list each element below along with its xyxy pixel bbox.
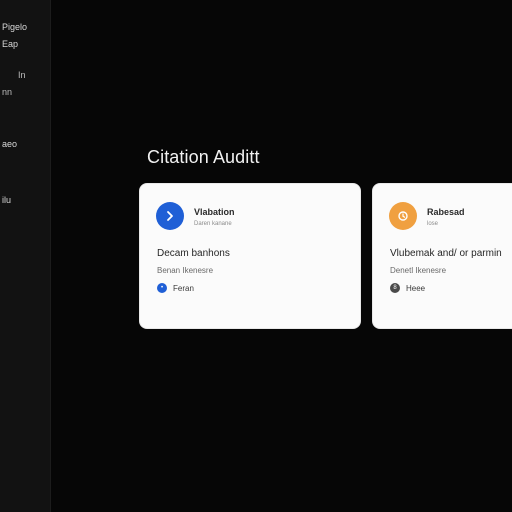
sidebar-item-4[interactable]: nn xyxy=(2,87,48,97)
audit-card-2[interactable]: Rabesad lose Vlubemak and/ or parmin Den… xyxy=(373,184,512,328)
clock-icon xyxy=(398,211,408,221)
status-badge[interactable]: • Feran xyxy=(157,283,194,293)
card-heading: Vlubemak and/ or parmin xyxy=(390,248,502,259)
app-window: Pigelo Eap In nn aeo ilu Citation Auditt… xyxy=(0,0,512,512)
card-subtitle: Daren kanane xyxy=(194,221,232,227)
card-name: Vlabation xyxy=(194,207,235,217)
card-meta: Denetl Ikenesre xyxy=(390,266,447,275)
status-label: Heee xyxy=(406,283,426,293)
sidebar-item-6[interactable]: ilu xyxy=(2,195,48,205)
sidebar: Pigelo Eap In nn aeo ilu xyxy=(0,0,51,512)
avatar xyxy=(156,202,184,230)
avatar xyxy=(389,202,417,230)
status-dot-icon: • xyxy=(157,283,167,293)
card-subtitle: lose xyxy=(427,221,439,227)
audit-card-1[interactable]: Vlabation Daren kanane Decam banhons Ben… xyxy=(140,184,360,328)
status-dot-icon: 8 xyxy=(390,283,400,293)
sidebar-item-3[interactable]: In xyxy=(18,70,48,80)
sidebar-item-1[interactable]: Pigelo xyxy=(2,22,48,32)
card-meta: Benan Ikenesre xyxy=(157,266,214,275)
sidebar-item-2[interactable]: Eap xyxy=(2,39,48,49)
sidebar-item-5[interactable]: aeo xyxy=(2,139,48,149)
status-badge[interactable]: 8 Heee xyxy=(390,283,425,293)
card-heading: Decam banhons xyxy=(157,248,230,259)
chevron-right-icon xyxy=(167,211,173,221)
card-name: Rabesad xyxy=(427,207,465,217)
status-label: Feran xyxy=(173,283,194,293)
page-title: Citation Auditt xyxy=(147,147,260,167)
